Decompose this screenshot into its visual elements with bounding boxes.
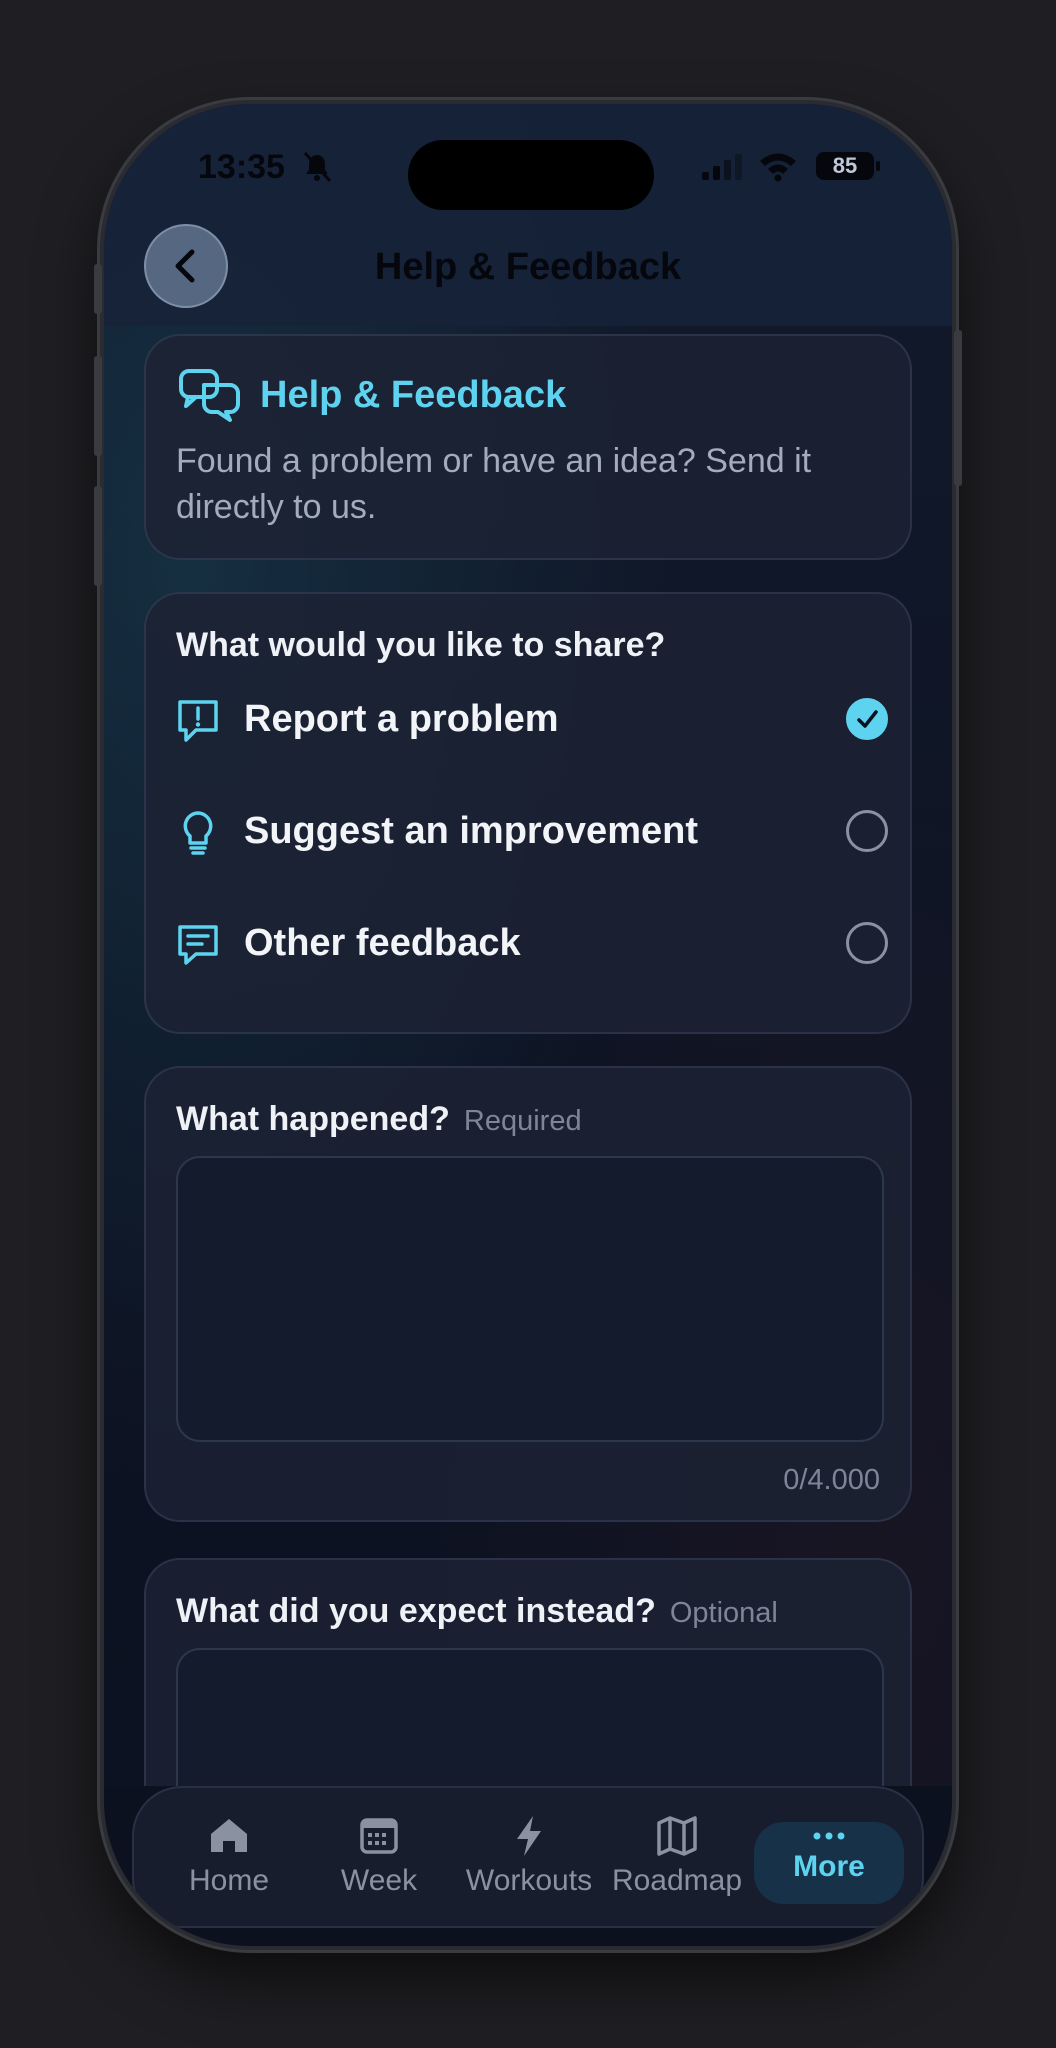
status-time: 13:35 — [198, 148, 285, 186]
what-happened-input[interactable] — [176, 1156, 884, 1442]
tab-workouts[interactable]: Workouts — [454, 1814, 604, 1914]
required-hint: Required — [463, 1105, 582, 1137]
feedback-type-question: What would you like to share? — [176, 626, 666, 664]
app-screen: 13:35 85 Help & Feedback Help & Feedback… — [104, 104, 952, 1946]
field-label: What did you expect instead? Optional — [176, 1592, 778, 1631]
field-label: What happened? Required — [176, 1100, 582, 1139]
option-label: Other feedback — [244, 922, 521, 964]
option-suggest-improvement[interactable]: Suggest an improvement — [176, 792, 888, 872]
nav-header: 13:35 85 Help & Feedback — [104, 104, 952, 326]
intro-description: Found a problem or have an idea? Send it… — [176, 442, 812, 526]
calendar-icon — [360, 1818, 398, 1854]
tab-label: Home — [188, 1864, 270, 1897]
tab-label: Week — [340, 1864, 418, 1897]
tab-label: More — [793, 1850, 865, 1883]
signal-icon — [702, 154, 742, 180]
chat-bubbles-icon — [179, 369, 240, 422]
tab-bar: Home Week Workouts Roadmap More — [132, 1786, 924, 1928]
alert-bubble-icon — [178, 700, 218, 742]
what-happened-label: What happened? — [176, 1100, 450, 1138]
page-title: Help & Feedback — [374, 246, 682, 288]
volume-down-button — [94, 486, 102, 586]
radio-unselected[interactable] — [846, 922, 888, 964]
silent-switch — [94, 264, 102, 314]
intro-card: Help & Feedback Found a problem or have … — [144, 334, 912, 560]
power-button — [954, 330, 962, 486]
feedback-type-card: What would you like to share? Report a p… — [144, 592, 912, 1034]
character-counter: 0/4.000 — [783, 1464, 880, 1496]
battery-indicator: 85 — [816, 152, 880, 180]
bell-slash-icon — [303, 152, 332, 182]
option-other-feedback[interactable]: Other feedback — [176, 904, 888, 984]
tab-label: Roadmap — [611, 1864, 743, 1897]
tab-more[interactable]: More — [754, 1822, 904, 1904]
radio-unselected[interactable] — [846, 810, 888, 852]
tab-label: Workouts — [465, 1864, 593, 1897]
what-happened-card: What happened? Required 0/4.000 — [144, 1066, 912, 1522]
intro-title: Help & Feedback — [260, 374, 567, 416]
more-icon — [813, 1832, 845, 1840]
lightbulb-icon — [183, 811, 213, 855]
option-report-problem[interactable]: Report a problem — [176, 680, 888, 760]
volume-up-button — [94, 356, 102, 456]
message-icon — [178, 925, 218, 965]
tab-home[interactable]: Home — [154, 1814, 304, 1914]
status-bar: 13:35 85 — [104, 104, 952, 210]
wifi-icon — [760, 153, 796, 182]
radio-selected[interactable] — [846, 698, 888, 740]
option-label: Suggest an improvement — [244, 810, 698, 852]
map-icon — [657, 1816, 697, 1856]
home-icon — [211, 1819, 247, 1852]
tab-week[interactable]: Week — [304, 1814, 454, 1914]
dynamic-island — [408, 140, 654, 210]
option-label: Report a problem — [244, 698, 559, 740]
checkmark-icon — [857, 710, 878, 728]
bolt-icon — [517, 1816, 541, 1856]
optional-hint: Optional — [669, 1597, 778, 1629]
tab-roadmap[interactable]: Roadmap — [602, 1814, 752, 1914]
expected-label: What did you expect instead? — [176, 1592, 656, 1630]
